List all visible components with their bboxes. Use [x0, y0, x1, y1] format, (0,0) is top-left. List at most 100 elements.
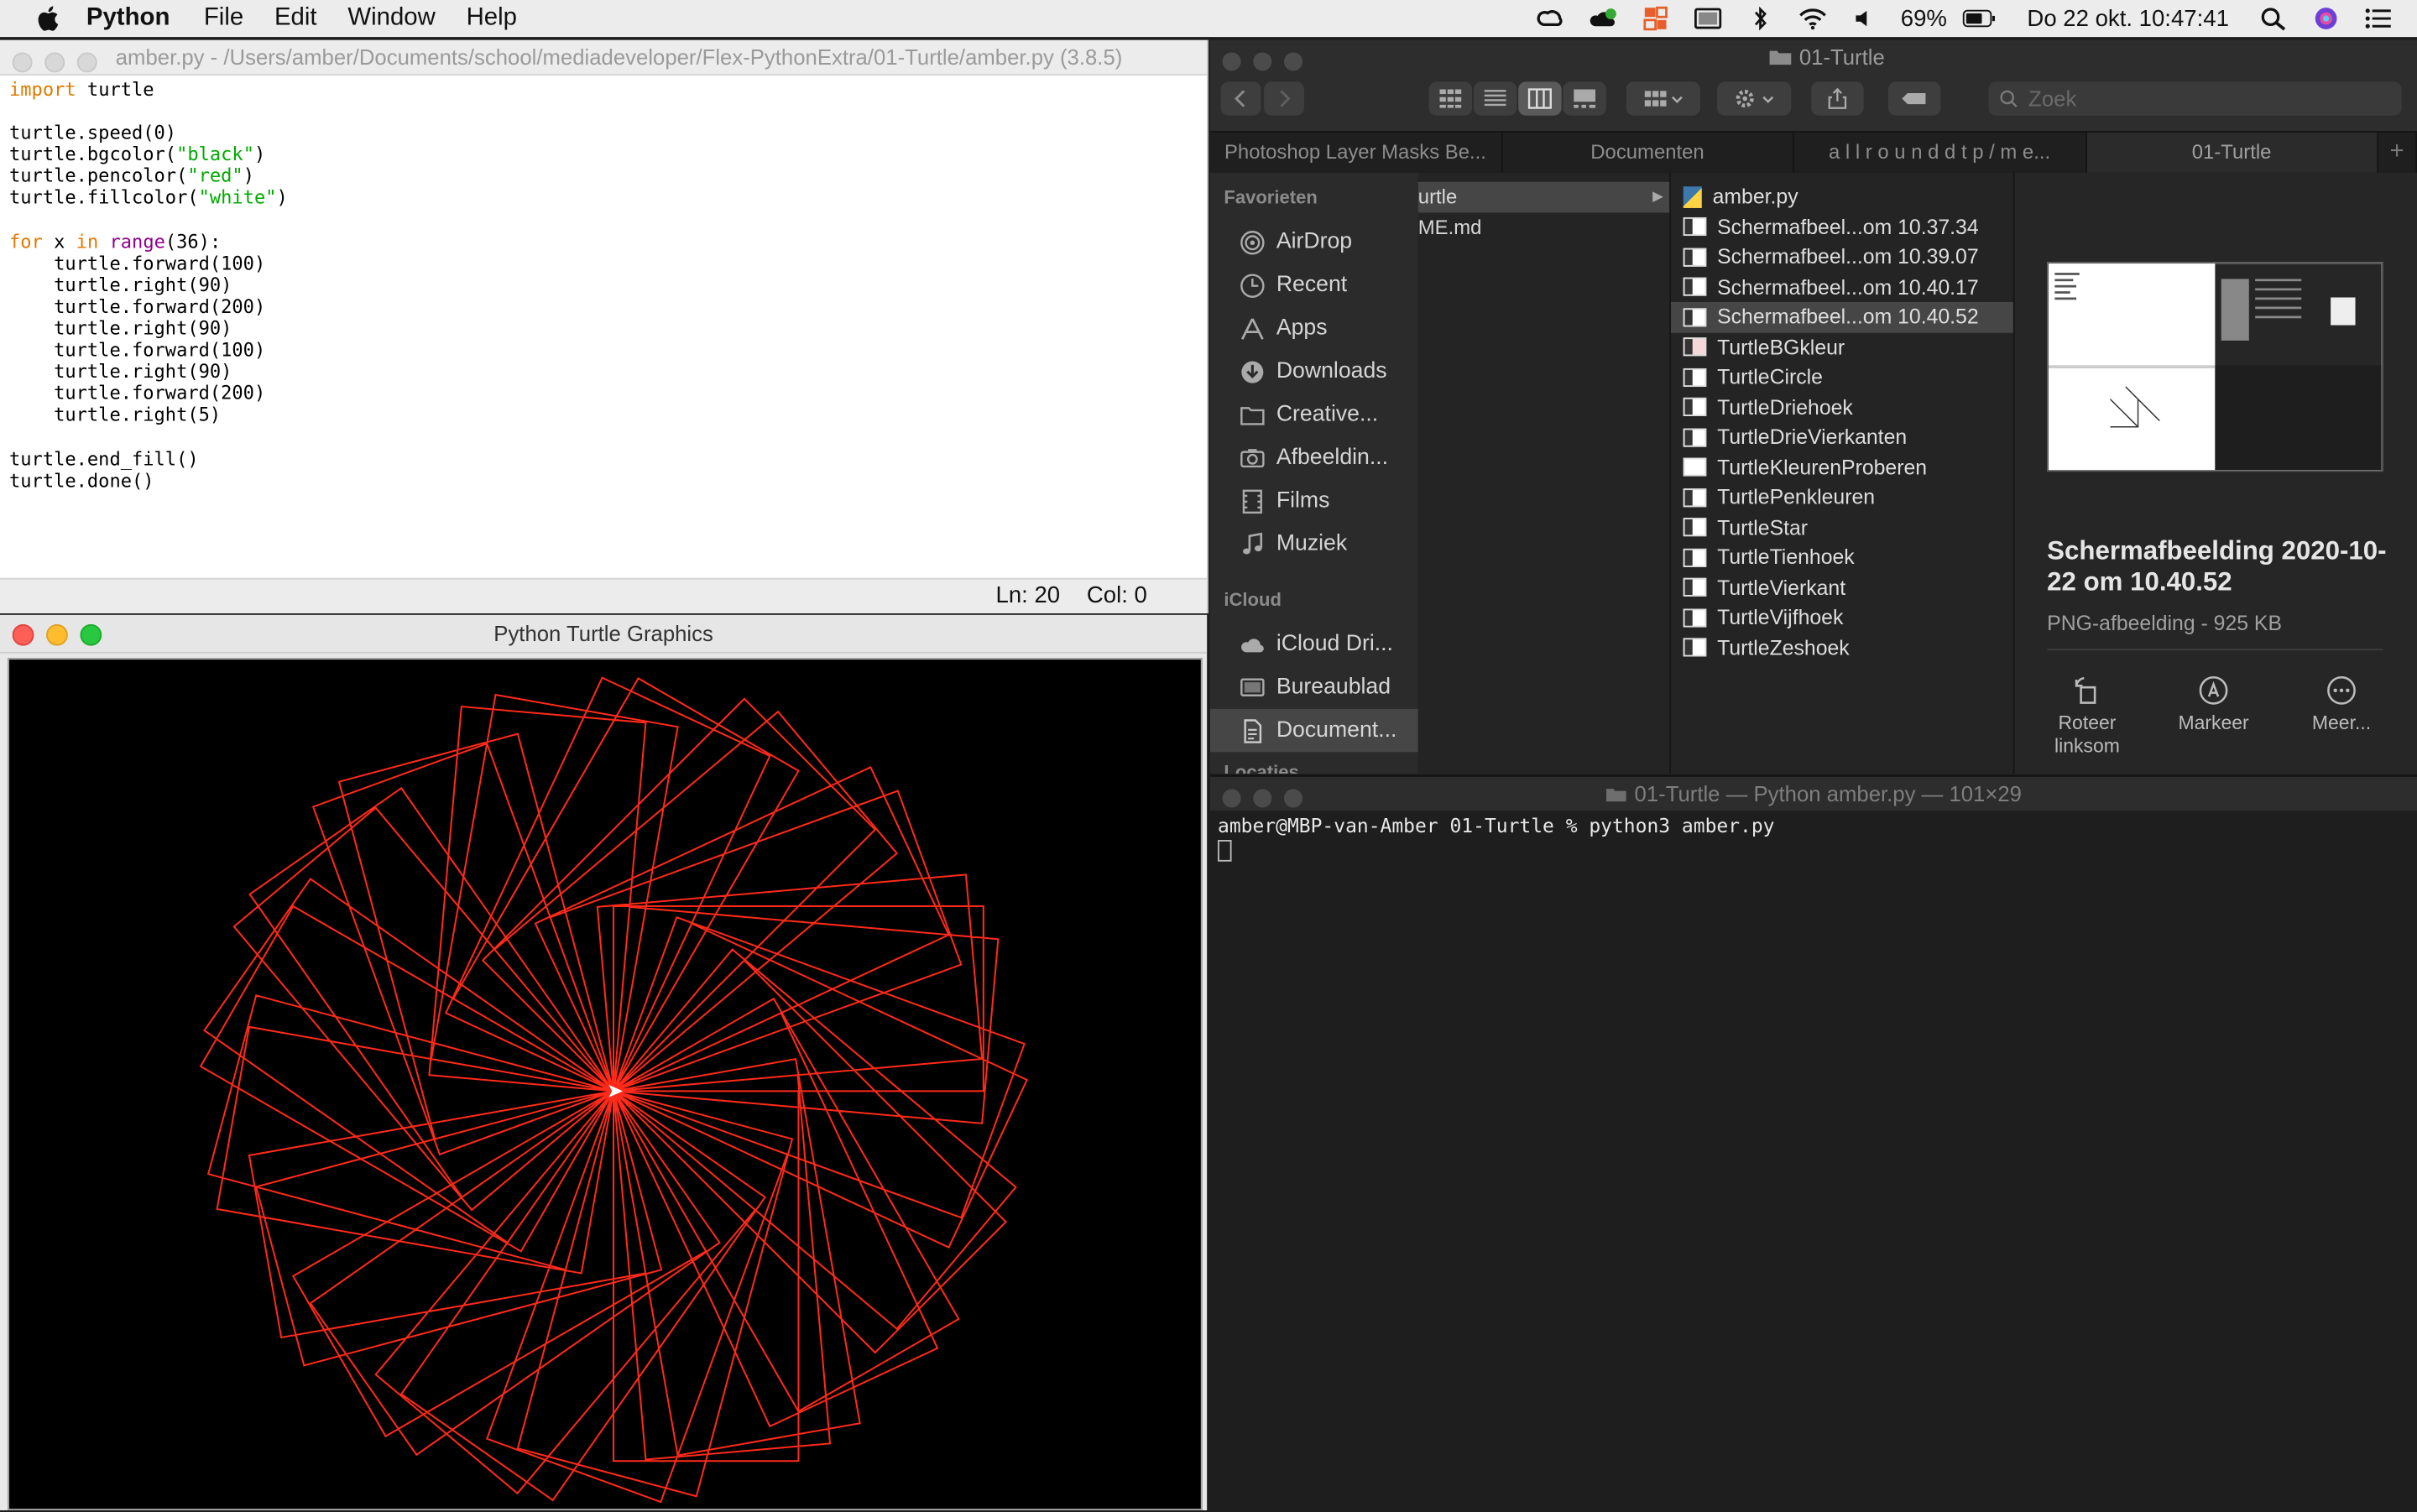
- file-item[interactable]: TurtleDrieVierkanten: [1671, 422, 2013, 452]
- sidebar-item-muziek[interactable]: Muziek: [1210, 523, 1418, 566]
- file-item[interactable]: Schermafbeel...om 10.39.07: [1671, 242, 2013, 272]
- code-editor[interactable]: import turtle turtle.speed(0) turtle.bgc…: [9, 79, 288, 492]
- group-icon: [1644, 91, 1683, 107]
- file-name: Schermafbeel...om 10.37.34: [1717, 215, 1979, 239]
- zoom-button[interactable]: [76, 52, 97, 73]
- sidebar-item-label: Downloads: [1276, 358, 1387, 384]
- action-menu-button[interactable]: [1717, 81, 1792, 116]
- forward-button[interactable]: [1264, 81, 1304, 116]
- column-item-readme[interactable]: ME.md: [1418, 212, 1669, 242]
- search-field[interactable]: Zoek: [1988, 81, 2402, 116]
- sidebar-item-documenten[interactable]: Document...: [1209, 708, 1418, 753]
- file-item-selected[interactable]: Schermafbeel...om 10.40.52: [1671, 302, 2013, 332]
- sidebar-item-apps[interactable]: Apps: [1210, 307, 1418, 350]
- markup-button[interactable]: Markeer: [2159, 675, 2268, 735]
- turtle-titlebar[interactable]: Python Turtle Graphics: [0, 614, 1208, 654]
- file-item[interactable]: TurtleBGkleur: [1671, 332, 2013, 362]
- cloud-icon: [1236, 630, 1267, 658]
- file-item[interactable]: amber.py: [1671, 182, 2013, 212]
- more-icon: [2327, 675, 2356, 705]
- bluetooth-icon[interactable]: [1743, 6, 1777, 31]
- turtle-canvas[interactable]: [8, 658, 1203, 1511]
- app-tray-icon[interactable]: [1639, 6, 1673, 31]
- view-icons-button[interactable]: [1428, 81, 1473, 116]
- sidebar-item-bureaublad[interactable]: Bureaublad: [1210, 665, 1418, 708]
- code-line: turtle.end_fill(): [9, 447, 199, 470]
- file-item[interactable]: TurtleVierkant: [1671, 572, 2013, 602]
- notification-center-icon[interactable]: [2362, 6, 2395, 30]
- share-button[interactable]: [1811, 81, 1864, 116]
- menu-edit[interactable]: Edit: [274, 5, 317, 33]
- back-button[interactable]: [1220, 81, 1261, 116]
- file-item[interactable]: Schermafbeel...om 10.37.34: [1671, 212, 2013, 242]
- turtle-graphics-window: Python Turtle Graphics: [0, 614, 1208, 1511]
- column-item-folder[interactable]: urtle ▶: [1417, 181, 1670, 212]
- preview-thumbnail[interactable]: [2047, 262, 2383, 472]
- sidebar-item-icloud-drive[interactable]: iCloud Dri...: [1210, 623, 1418, 665]
- file-name: TurtleStar: [1717, 515, 1809, 540]
- tab-01-turtle[interactable]: 01-Turtle: [2086, 132, 2379, 173]
- wifi-icon[interactable]: [1796, 6, 1830, 30]
- image-file-icon: [1683, 608, 1707, 628]
- code-line: turtle.forward(200): [9, 295, 266, 318]
- sidebar-item-afbeeldingen[interactable]: Afbeeldin...: [1210, 436, 1418, 479]
- folder-icon: [1606, 789, 1627, 802]
- file-item[interactable]: TurtleTienhoek: [1671, 543, 2013, 573]
- view-gallery-button[interactable]: [1563, 81, 1606, 116]
- rotate-left-button[interactable]: Roteer linksom: [2033, 675, 2142, 758]
- menu-help[interactable]: Help: [467, 5, 517, 33]
- menu-bar: Python File Edit Window Help 69% Do 22 o…: [0, 0, 2417, 38]
- finder-title: 01-Turtle: [1210, 44, 2417, 70]
- sidebar-item-films[interactable]: Films: [1210, 479, 1418, 522]
- volume-icon[interactable]: [1848, 6, 1882, 30]
- more-button[interactable]: Meer...: [2288, 675, 2396, 735]
- finder-titlebar[interactable]: 01-Turtle: [1209, 39, 2417, 75]
- tab-documenten[interactable]: Documenten: [1502, 132, 1794, 173]
- view-list-button[interactable]: [1473, 81, 1517, 116]
- menu-window[interactable]: Window: [347, 5, 436, 33]
- new-tab-button[interactable]: +: [2378, 132, 2417, 173]
- python-file-icon: [1683, 185, 1702, 208]
- tags-button[interactable]: [1888, 81, 1941, 116]
- view-columns-button[interactable]: [1518, 81, 1562, 116]
- creative-cloud-icon[interactable]: [1534, 6, 1568, 30]
- file-item[interactable]: Schermafbeel...om 10.40.17: [1671, 272, 2013, 302]
- sidebar-item-label: Creative...: [1276, 402, 1379, 427]
- editor-titlebar[interactable]: amber.py - /Users/amber/Documents/school…: [0, 39, 1208, 76]
- file-name: TurtleTienhoek: [1717, 545, 1855, 570]
- file-item[interactable]: TurtlePenkleuren: [1671, 482, 2013, 513]
- preview-title: Schermafbeelding 2020-10-22 om 10.40.52: [2047, 536, 2387, 597]
- terminal-output[interactable]: amber@MBP-van-Amber 01-Turtle % python3 …: [1218, 814, 1775, 861]
- file-item[interactable]: TurtleVijfhoek: [1671, 602, 2013, 633]
- close-button[interactable]: [12, 52, 33, 73]
- airdrop-icon: [1236, 228, 1267, 256]
- file-item[interactable]: TurtleKleurenProberen: [1671, 452, 2013, 482]
- display-icon[interactable]: [1691, 6, 1725, 30]
- sidebar-item-creative[interactable]: Creative...: [1210, 393, 1418, 435]
- cloud-sync-icon[interactable]: [1586, 6, 1620, 30]
- menu-file[interactable]: File: [204, 5, 243, 33]
- file-item[interactable]: TurtleCircle: [1671, 362, 2013, 393]
- file-item[interactable]: TurtleZeshoek: [1671, 633, 2013, 663]
- apple-menu-icon[interactable]: [34, 3, 65, 34]
- code-line: turtle.right(90): [9, 274, 232, 296]
- menu-clock[interactable]: Do 22 okt. 10:47:41: [2027, 5, 2228, 31]
- spotlight-icon[interactable]: [2257, 6, 2290, 31]
- sidebar-item-recent[interactable]: Recent: [1210, 263, 1418, 306]
- file-item[interactable]: TurtleDriehoek: [1671, 392, 2013, 422]
- file-name: Schermafbeel...om 10.40.52: [1717, 305, 1979, 329]
- menu-app-name[interactable]: Python: [86, 5, 170, 33]
- sidebar-header-favorites: Favorieten: [1224, 186, 1318, 208]
- file-item[interactable]: TurtleStar: [1671, 513, 2013, 543]
- battery-icon[interactable]: [1962, 6, 1996, 30]
- minimize-button[interactable]: [44, 52, 65, 73]
- terminal-titlebar[interactable]: 01-Turtle — Python amber.py — 101×29: [1209, 776, 2417, 811]
- tab-allround-dtp[interactable]: a l l r o u n d d t p / m e...: [1794, 132, 2087, 173]
- code-line: turtle.done(): [9, 469, 154, 492]
- siri-icon[interactable]: [2309, 6, 2342, 30]
- tab-photoshop[interactable]: Photoshop Layer Masks Be...: [1210, 132, 1502, 173]
- group-button[interactable]: [1626, 81, 1700, 116]
- sidebar-item-airdrop[interactable]: AirDrop: [1210, 221, 1418, 263]
- sidebar-item-downloads[interactable]: Downloads: [1210, 350, 1418, 393]
- list-view-icon: [1484, 90, 1506, 107]
